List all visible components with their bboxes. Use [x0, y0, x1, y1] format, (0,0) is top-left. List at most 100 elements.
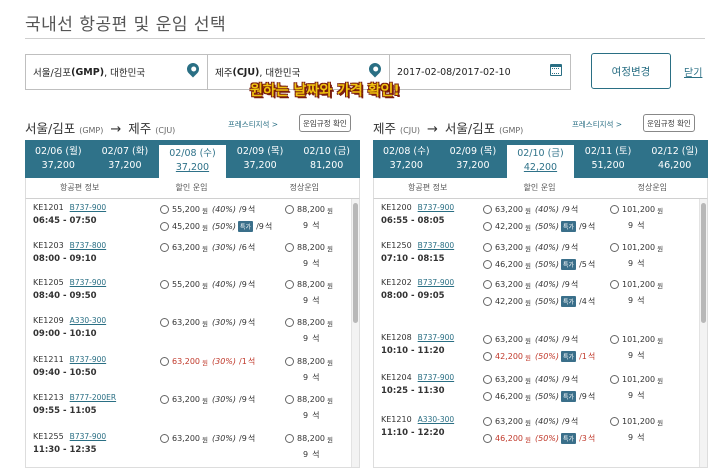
fare-radio[interactable] — [483, 392, 492, 401]
fare-radio[interactable] — [483, 375, 492, 384]
scrollbar-thumb[interactable] — [701, 203, 706, 323]
date-range-field[interactable]: 2017-02-08/2017-02-10 — [390, 55, 570, 89]
date-tab[interactable]: 02/11 (토) 51,200 — [575, 140, 642, 178]
discount-fare-option[interactable]: 63,200 원 (40%)/9 석 — [483, 373, 595, 386]
fare-radio[interactable] — [483, 297, 492, 306]
scrollbar-thumb[interactable] — [353, 203, 358, 323]
fare-radio[interactable] — [483, 434, 492, 443]
discount-fare-option[interactable]: 63,200 원 (40%)/9 석 — [483, 203, 595, 216]
fare-radio[interactable] — [160, 395, 169, 404]
fare-radio[interactable] — [483, 280, 492, 289]
fare-radio[interactable] — [483, 417, 492, 426]
discount-fare-option[interactable]: 63,200 원 (40%)/9 석 — [483, 241, 595, 254]
date-tab[interactable]: 02/10 (금) 81,200 — [293, 140, 360, 178]
fare-rules-button[interactable]: 운임규정 확인 — [643, 114, 695, 132]
close-link[interactable]: 닫기 — [684, 64, 702, 79]
discount-fare-option[interactable]: 63,200 원 (40%)/9 석 — [483, 415, 595, 428]
aircraft-link[interactable]: B737-900 — [70, 355, 106, 364]
regular-fare-option[interactable]: 101,200 원 — [610, 203, 665, 216]
regular-fare-option[interactable]: 88,200 원 — [285, 432, 335, 445]
aircraft-link[interactable]: B737-900 — [418, 333, 454, 342]
fare-radio[interactable] — [285, 280, 294, 289]
fare-radio[interactable] — [483, 205, 492, 214]
aircraft-link[interactable]: A330-300 — [70, 316, 106, 325]
discount-fare-option[interactable]: 63,200 원 (30%)/6 석 — [160, 241, 255, 254]
fare-radio[interactable] — [285, 205, 294, 214]
scrollbar[interactable] — [699, 199, 707, 467]
aircraft-link[interactable]: A330-300 — [418, 415, 454, 424]
origin-field[interactable]: 서울/김포 (GMP), 대한민국 — [26, 55, 208, 89]
fare-radio[interactable] — [285, 434, 294, 443]
fare-radio[interactable] — [285, 318, 294, 327]
aircraft-link[interactable]: B737-900 — [418, 203, 454, 212]
aircraft-link[interactable]: B777-200ER — [70, 393, 116, 402]
regular-fare-option[interactable]: 101,200 원 — [610, 373, 665, 386]
prestige-link[interactable]: 프레스티지석 > — [228, 119, 278, 130]
aircraft-link[interactable]: B737-900 — [70, 278, 106, 287]
fare-radio[interactable] — [610, 335, 619, 344]
discount-fare-option[interactable]: 46,200 원 (50%) 특가/5 석 — [483, 258, 595, 271]
aircraft-link[interactable]: B737-800 — [418, 241, 454, 250]
discount-fare-option[interactable]: 63,200 원 (40%)/9 석 — [483, 333, 595, 346]
regular-fare-option[interactable]: 101,200 원 — [610, 278, 665, 291]
discount-fare-option[interactable]: 42,200 원 (50%) 특가/9 석 — [483, 220, 595, 233]
fare-radio[interactable] — [160, 357, 169, 366]
aircraft-link[interactable]: B737-900 — [70, 432, 106, 441]
date-tab[interactable]: 02/08 (수) 37,200 — [373, 140, 440, 178]
location-pin-icon[interactable] — [366, 60, 384, 78]
discount-fare-option[interactable]: 63,200 원 (30%)/1 석 — [160, 355, 255, 368]
fare-rules-button[interactable]: 운임규정 확인 — [299, 114, 351, 132]
fare-radio[interactable] — [610, 375, 619, 384]
fare-radio[interactable] — [483, 335, 492, 344]
fare-radio[interactable] — [160, 318, 169, 327]
aircraft-link[interactable]: B737-900 — [418, 278, 454, 287]
date-tab[interactable]: 02/09 (목) 37,200 — [440, 140, 507, 178]
regular-fare-option[interactable]: 88,200 원 — [285, 316, 335, 329]
fare-radio[interactable] — [160, 280, 169, 289]
regular-fare-option[interactable]: 88,200 원 — [285, 203, 335, 216]
fare-radio[interactable] — [610, 280, 619, 289]
change-itinerary-button[interactable]: 여정변경 — [591, 53, 671, 89]
fare-radio[interactable] — [160, 222, 169, 231]
regular-fare-option[interactable]: 101,200 원 — [610, 415, 665, 428]
regular-fare-option[interactable]: 101,200 원 — [610, 241, 665, 254]
discount-fare-option[interactable]: 46,200 원 (50%) 특가/9 석 — [483, 390, 595, 403]
fare-radio[interactable] — [610, 417, 619, 426]
discount-fare-option[interactable]: 55,200 원 (40%)/9 석 — [160, 203, 272, 216]
scrollbar[interactable] — [351, 199, 359, 467]
aircraft-link[interactable]: B737-900 — [70, 203, 106, 212]
regular-fare-option[interactable]: 88,200 원 — [285, 241, 335, 254]
aircraft-link[interactable]: B737-900 — [418, 373, 454, 382]
discount-fare-option[interactable]: 42,200 원 (50%) 특가/4 석 — [483, 295, 595, 308]
fare-radio[interactable] — [160, 434, 169, 443]
fare-radio[interactable] — [483, 260, 492, 269]
fare-radio[interactable] — [483, 243, 492, 252]
location-pin-icon[interactable] — [184, 60, 202, 78]
date-tab[interactable]: 02/10 (금) 42,200 — [506, 144, 575, 178]
discount-fare-option[interactable]: 63,200 원 (30%)/9 석 — [160, 432, 255, 445]
discount-fare-option[interactable]: 42,200 원 (50%) 특가/1 석 — [483, 350, 595, 363]
fare-radio[interactable] — [610, 205, 619, 214]
regular-fare-option[interactable]: 88,200 원 — [285, 355, 335, 368]
fare-radio[interactable] — [285, 243, 294, 252]
prestige-link[interactable]: 프레스티지석 > — [572, 119, 622, 130]
discount-fare-option[interactable]: 63,200 원 (30%)/9 석 — [160, 393, 255, 406]
regular-fare-option[interactable]: 88,200 원 — [285, 393, 335, 406]
discount-fare-option[interactable]: 55,200 원 (40%)/9 석 — [160, 278, 255, 291]
regular-fare-option[interactable]: 101,200 원 — [610, 333, 665, 346]
fare-radio[interactable] — [483, 222, 492, 231]
discount-fare-option[interactable]: 45,200 원 (50%) 특가/9 석 — [160, 220, 272, 233]
date-tab[interactable]: 02/07 (화) 37,200 — [92, 140, 159, 178]
date-tab[interactable]: 02/06 (월) 37,200 — [25, 140, 92, 178]
discount-fare-option[interactable]: 63,200 원 (40%)/9 석 — [483, 278, 595, 291]
fare-radio[interactable] — [160, 243, 169, 252]
date-tab[interactable]: 02/12 (일) 46,200 — [641, 140, 708, 178]
fare-radio[interactable] — [483, 352, 492, 361]
date-tab[interactable]: 02/08 (수) 37,200 — [158, 144, 227, 178]
discount-fare-option[interactable]: 63,200 원 (30%)/9 석 — [160, 316, 255, 329]
fare-radio[interactable] — [285, 395, 294, 404]
fare-radio[interactable] — [285, 357, 294, 366]
aircraft-link[interactable]: B737-800 — [70, 241, 106, 250]
discount-fare-option[interactable]: 46,200 원 (50%) 특가/3 석 — [483, 432, 595, 445]
fare-radio[interactable] — [610, 243, 619, 252]
